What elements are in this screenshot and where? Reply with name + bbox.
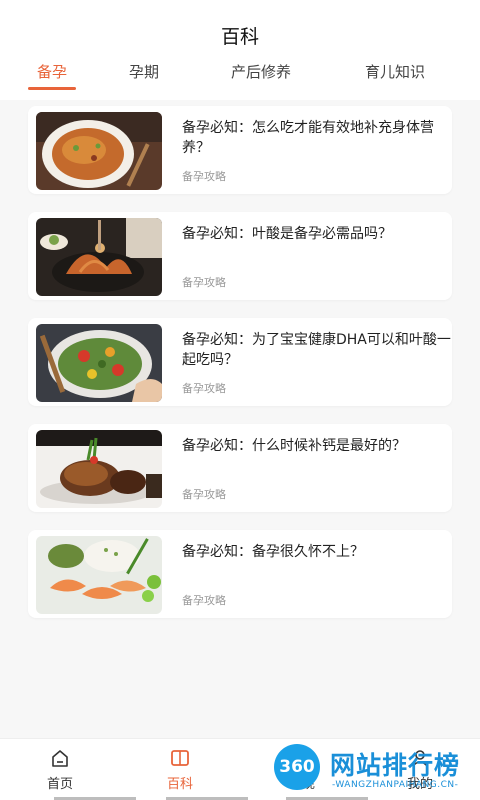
article-thumbnail: [36, 536, 162, 614]
watermark-text: 网站排行榜: [330, 751, 461, 780]
nav-home[interactable]: 首页: [20, 747, 100, 792]
article-title: 备孕必知：为了宝宝健康DHA可以和叶酸一起吃吗？: [182, 332, 451, 368]
article-title: 备孕必知：什么时候补钙是最好的？: [182, 438, 406, 454]
article-thumbnail: [36, 218, 162, 296]
article-thumbnail: [36, 112, 162, 190]
nav-label: 首页: [46, 777, 73, 792]
article-card[interactable]: 备孕必知：为了宝宝健康DHA可以和叶酸一起吃吗？ 备孕攻略: [28, 318, 452, 406]
article-tag: 备孕攻略: [182, 488, 226, 501]
article-card[interactable]: 备孕必知：什么时候补钙是最好的？ 备孕攻略: [28, 424, 452, 512]
article-tag: 备孕攻略: [182, 594, 226, 607]
active-tab-indicator: [28, 87, 76, 90]
header: 百科 备孕 孕期 产后修养 育儿知识: [0, 0, 480, 100]
book-icon: [171, 750, 189, 766]
article-thumbnail: [36, 324, 162, 402]
article-tag: 备孕攻略: [182, 170, 226, 183]
watermark-url: -WANGZHANPAIHANG.CN-: [332, 780, 459, 790]
tab-postpartum[interactable]: 产后修养: [220, 60, 302, 90]
article-title: 备孕必知：备孕很久怀不上？: [182, 544, 364, 560]
article-card[interactable]: 备孕必知：叶酸是备孕必需品吗？ 备孕攻略: [28, 212, 452, 300]
tab-pregnancy[interactable]: 孕期: [120, 60, 168, 90]
article-card[interactable]: 备孕必知：怎么吃才能有效地补充身体营养？ 备孕攻略: [28, 106, 452, 194]
article-thumbnail: [36, 430, 162, 508]
tab-label: 孕期: [128, 63, 159, 81]
watermark-badge: 360: [274, 744, 320, 790]
nav-label: 百科: [166, 777, 193, 792]
tab-label: 产后修养: [230, 63, 291, 81]
home-icon: [52, 750, 68, 767]
watermark-logo: 360 网站排行榜 -WANGZHANPAIHANG.CN-: [268, 740, 480, 800]
category-tabs: 备孕 孕期 产后修养 育儿知识: [0, 60, 480, 90]
article-card[interactable]: 备孕必知：备孕很久怀不上？ 备孕攻略: [28, 530, 452, 618]
tab-prepregnancy[interactable]: 备孕: [28, 60, 76, 90]
page-title: 百科: [220, 26, 259, 48]
article-title: 备孕必知：叶酸是备孕必需品吗？: [182, 226, 392, 242]
article-tag: 备孕攻略: [182, 276, 226, 289]
article-title: 备孕必知：怎么吃才能有效地补充身体营养？: [182, 120, 434, 156]
article-tag: 备孕攻略: [182, 382, 226, 395]
nav-encyclopedia[interactable]: 百科: [140, 747, 220, 792]
tab-parenting[interactable]: 育儿知识: [354, 60, 436, 90]
tab-label: 育儿知识: [364, 63, 425, 81]
tab-label: 备孕: [36, 63, 67, 81]
